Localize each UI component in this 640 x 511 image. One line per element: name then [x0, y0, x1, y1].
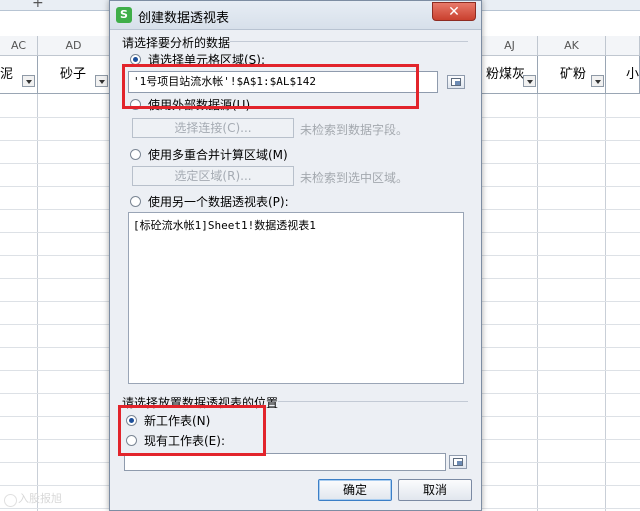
no-fields-hint: 未检索到数据字段。 [300, 123, 409, 137]
grid-line [605, 94, 606, 511]
radio-multiple-ranges[interactable] [130, 149, 141, 160]
column-header-aj[interactable]: AJ [482, 36, 538, 56]
section-divider [278, 401, 468, 402]
header-cell-text: 矿粉 [560, 67, 587, 82]
section-data-label: 请选择要分析的数据 [122, 36, 231, 50]
ok-button[interactable]: 确定 [318, 479, 392, 501]
header-cell-text: 小 [626, 67, 640, 82]
select-area-button[interactable]: 选定区域(R)... [132, 166, 294, 186]
column-header-al[interactable] [606, 36, 640, 56]
label-other-pivot: 使用另一个数据透视表(P): [148, 195, 289, 209]
radio-other-pivot[interactable] [130, 196, 141, 207]
close-icon: ✕ [448, 4, 460, 20]
app-icon: S [116, 7, 132, 23]
header-cell-text: 砂子 [60, 67, 87, 82]
column-header-ak[interactable]: AK [538, 36, 606, 56]
filter-dropdown-icon[interactable] [95, 75, 108, 87]
create-pivot-table-dialog: S 创建数据透视表 ✕ 请选择要分析的数据 请选择单元格区域(S): '1号项目… [109, 0, 482, 511]
dialog-title: 创建数据透视表 [138, 11, 230, 26]
close-button[interactable]: ✕ [432, 2, 476, 21]
add-sheet-button[interactable]: + [32, 0, 44, 11]
header-cell-ni[interactable]: 泥 [0, 56, 38, 94]
select-connection-button[interactable]: 选择连接(C)... [132, 118, 294, 138]
list-item[interactable]: [标砼流水帐1]Sheet1!数据透视表1 [133, 217, 459, 233]
range-select-icon [453, 458, 463, 466]
header-cell-text: 粉煤灰 [486, 67, 526, 82]
location-highlight-box [118, 405, 266, 456]
dialog-title-bar[interactable]: S 创建数据透视表 ✕ [110, 1, 481, 30]
section-divider [230, 41, 468, 42]
filter-dropdown-icon[interactable] [523, 75, 536, 87]
range-picker-button[interactable] [447, 75, 465, 89]
location-picker-button[interactable] [449, 455, 467, 469]
header-cell-shazi[interactable]: 砂子 [38, 56, 110, 94]
header-cell-xiao[interactable]: 小 [606, 56, 640, 94]
pivot-table-list[interactable]: [标砼流水帐1]Sheet1!数据透视表1 [128, 212, 464, 384]
filter-dropdown-icon[interactable] [591, 75, 604, 87]
filter-dropdown-icon[interactable] [22, 75, 35, 87]
range-highlight-box [122, 64, 419, 109]
watermark: 入股报旭 [18, 492, 62, 505]
watermark-icon [4, 494, 17, 507]
no-area-hint: 未检索到选中区域。 [300, 171, 409, 185]
column-header-ac[interactable]: AC [0, 36, 38, 56]
header-cell-kuangfen[interactable]: 矿粉 [538, 56, 606, 94]
header-cell-text: 泥 [0, 67, 14, 82]
column-header-ad[interactable]: AD [38, 36, 110, 56]
grid-line [537, 94, 538, 511]
grid-line [37, 94, 38, 511]
label-multiple-ranges: 使用多重合并计算区域(M) [148, 148, 288, 162]
cancel-button[interactable]: 取消 [398, 479, 472, 501]
header-cell-fenmeihui[interactable]: 粉煤灰 [482, 56, 538, 94]
range-select-icon [451, 78, 461, 86]
